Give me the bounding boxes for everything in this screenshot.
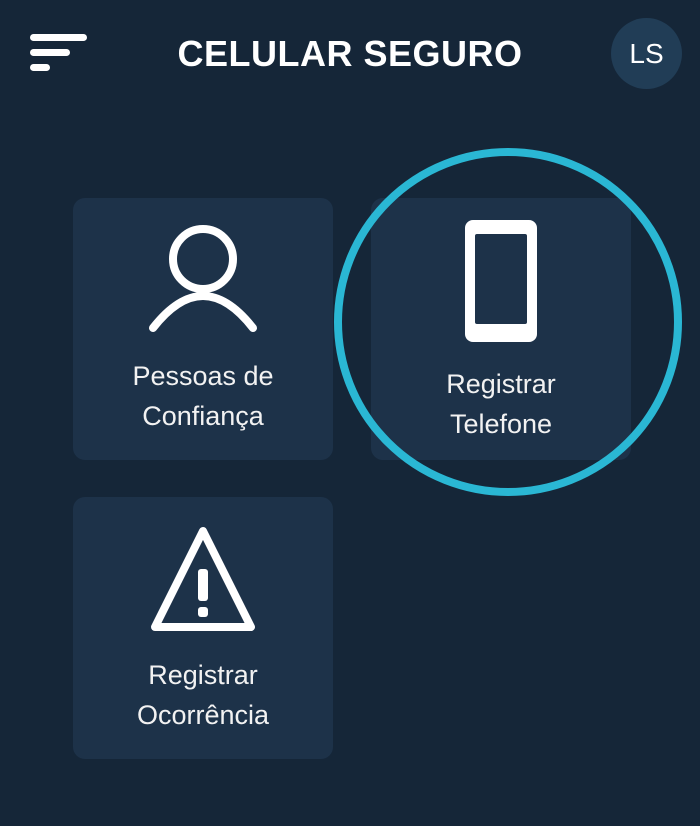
register-incident-label: Registrar Ocorrência (73, 655, 333, 735)
person-icon (149, 225, 257, 332)
trusted-people-card[interactable]: Pessoas de Confiança (73, 198, 333, 460)
card-label-line: Ocorrência (136, 700, 270, 730)
person-icon-wrap (73, 224, 333, 334)
register-incident-card[interactable]: Registrar Ocorrência (73, 497, 333, 759)
app-title: CELULAR SEGURO (177, 33, 523, 74)
register-phone-label: Registrar Telefone (371, 364, 631, 444)
smartphone-icon (465, 220, 537, 342)
smartphone-icon-wrap (371, 218, 631, 344)
register-phone-card[interactable]: Registrar Telefone (371, 198, 631, 460)
card-label-line: Pessoas de (132, 361, 274, 391)
user-avatar[interactable]: LS (611, 18, 682, 89)
warning-triangle-icon (151, 527, 255, 631)
card-label-line: Telefone (449, 409, 553, 439)
card-label-line: Registrar (446, 369, 556, 399)
warning-triangle-icon-wrap (73, 523, 333, 635)
trusted-people-label: Pessoas de Confiança (73, 356, 333, 436)
card-label-line: Registrar (148, 660, 258, 690)
card-label-line: Confiança (142, 401, 264, 431)
